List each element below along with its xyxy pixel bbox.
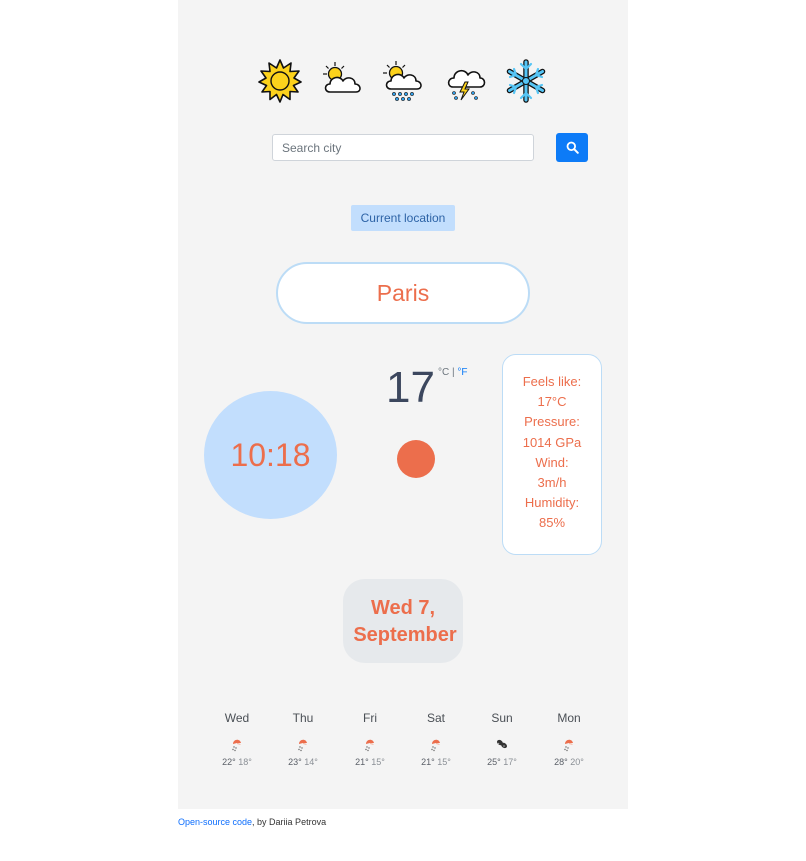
forecast-day: Mon 28° 20° <box>536 710 602 767</box>
forecast-day-name: Sun <box>491 711 513 725</box>
forecast-day: Fri 21° 15° <box>337 710 403 767</box>
wind-label: Wind: <box>535 454 569 470</box>
forecast-low: 20° <box>570 757 584 767</box>
forecast-day: Sat 21° 15° <box>403 710 469 767</box>
weather-details: Feels like: 17°C Pressure: 1014 GPa Wind… <box>502 354 602 555</box>
search-button[interactable] <box>556 133 588 162</box>
thunderstorm-icon <box>443 59 487 103</box>
forecast-low: 17° <box>503 757 517 767</box>
pressure-value: 1014 GPa <box>522 434 582 450</box>
light-rain-icon <box>270 732 336 756</box>
light-rain-icon <box>204 732 270 756</box>
forecast-high: 23° <box>288 757 302 767</box>
humidity-label: Humidity: <box>524 495 580 511</box>
forecast-day-name: Wed <box>224 711 250 725</box>
unit-toggle: °C | °F <box>438 367 468 378</box>
weather-app: Current location Paris 10:18 17 °C | °F … <box>178 0 628 809</box>
feels-like-label: Feels like: <box>522 374 582 389</box>
source-code-link[interactable]: Open-source code <box>178 817 252 827</box>
forecast-low: 14° <box>304 757 318 767</box>
footer: Open-source code, by Dariia Petrova <box>178 817 326 827</box>
forecast-low: 15° <box>437 757 451 767</box>
weather-condition-icon <box>397 440 435 478</box>
light-rain-icon <box>403 732 469 756</box>
forecast-day-name: Thu <box>292 711 314 725</box>
forecast-day: Wed 22° 18° <box>204 710 270 767</box>
forecast-high: 21° <box>355 757 369 767</box>
forecast-low: 15° <box>371 757 385 767</box>
sun-icon <box>258 59 302 103</box>
forecast-day-name: Fri <box>363 711 377 725</box>
forecast-day: Thu 23° 14° <box>270 710 336 767</box>
local-time: 10:18 <box>204 391 337 519</box>
fahrenheit-link[interactable]: °F <box>457 367 467 378</box>
forecast-day-name: Mon <box>557 711 581 725</box>
date-line-2: September <box>353 624 457 646</box>
weather-icons-row <box>258 59 548 105</box>
search-input[interactable] <box>272 134 534 161</box>
humidity-value: 85% <box>538 515 566 531</box>
current-location-button[interactable]: Current location <box>351 205 455 231</box>
current-date: Wed 7, September <box>343 579 463 663</box>
celsius-link[interactable]: °C <box>438 367 449 378</box>
forecast-row: Wed 22° 18° Thu 23° 14° Fri 21° 15° Sat <box>204 710 604 774</box>
author-credit: , by Dariia Petrova <box>252 817 327 827</box>
forecast-low: 18° <box>238 757 252 767</box>
sun-rain-icon <box>381 59 425 103</box>
forecast-day: Sun 25° 17° <box>469 710 535 767</box>
forecast-day-name: Sat <box>426 711 445 725</box>
light-rain-icon <box>337 732 403 756</box>
broken-clouds-icon <box>469 732 535 756</box>
snowflake-icon <box>504 59 548 103</box>
forecast-high: 22° <box>222 757 236 767</box>
pressure-label: Pressure: <box>524 414 580 430</box>
forecast-high: 28° <box>554 757 568 767</box>
temperature-value: 17 <box>386 363 435 412</box>
unit-separator: | <box>452 367 455 378</box>
city-name: Paris <box>276 262 530 324</box>
light-rain-icon <box>536 732 602 756</box>
forecast-high: 21° <box>421 757 435 767</box>
search-icon <box>566 141 579 154</box>
partly-cloudy-icon <box>320 59 364 103</box>
feels-like-value: 17°C <box>537 394 567 410</box>
forecast-high: 25° <box>487 757 501 767</box>
date-line-1: Wed 7, <box>370 597 436 619</box>
wind-value: 3m/h <box>537 475 567 491</box>
